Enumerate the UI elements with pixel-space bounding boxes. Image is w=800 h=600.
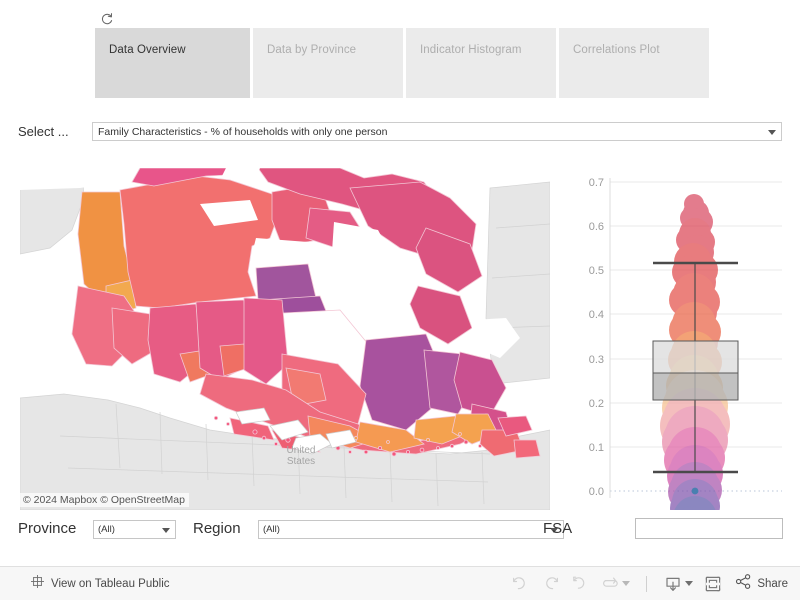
share-icon (735, 573, 752, 595)
province-filter-select[interactable]: (All) (93, 520, 176, 539)
choropleth-map[interactable]: United States © 2024 Mapbox © OpenStreet… (20, 168, 550, 510)
filter-row: Province (All) Region (All) FSA (18, 518, 783, 542)
refresh-icon[interactable] (596, 571, 624, 597)
outlier-point (691, 487, 699, 495)
ytick-label: 0.6 (589, 221, 604, 233)
parameter-label: Select ... (18, 124, 69, 139)
toolbar-divider (646, 575, 648, 592)
fullscreen-icon[interactable] (699, 571, 727, 597)
refresh-reset-icon[interactable] (99, 11, 115, 27)
refresh-dropdown-chevron-down-icon[interactable] (622, 581, 631, 586)
view-on-tableau-public-label: View on Tableau Public (51, 577, 170, 590)
fsa-search-input[interactable] (635, 518, 783, 539)
ytick-label: 0.2 (589, 398, 604, 410)
ytick-label: 0.4 (589, 309, 604, 321)
indicator-box-plot[interactable]: 0.7 0.6 0.5 0.4 0.3 0.2 0.1 0.0 (568, 168, 782, 552)
chevron-down-icon[interactable] (162, 528, 170, 533)
dashboard-tab-strip: Data Overview Data by Province Indicator… (95, 28, 709, 98)
revert-icon[interactable] (566, 571, 594, 597)
indicator-select-value: Family Characteristics - % of households… (98, 126, 388, 138)
map-attribution: © 2024 Mapbox © OpenStreetMap (20, 493, 189, 507)
box-median-q1 (652, 372, 739, 401)
tab-data-overview[interactable]: Data Overview (95, 28, 250, 98)
parameter-row: Select ... Family Characteristics - % of… (18, 122, 782, 142)
tab-correlations-plot[interactable]: Correlations Plot (559, 28, 709, 98)
redo-icon[interactable] (536, 571, 564, 597)
tableau-logo-icon (30, 574, 45, 594)
box-q3-median (652, 340, 739, 374)
ytick-label: 0.5 (589, 265, 604, 277)
tab-label: Data by Province (267, 44, 357, 56)
undo-icon[interactable] (506, 571, 534, 597)
tab-label: Indicator Histogram (420, 44, 522, 56)
tab-label: Data Overview (109, 44, 186, 56)
region-filter-label: Region (193, 520, 241, 537)
map-country-label: United States (286, 445, 316, 467)
share-button[interactable]: Share (735, 573, 788, 595)
region-filter-select[interactable]: (All) (258, 520, 564, 539)
indicator-select[interactable]: Family Characteristics - % of households… (92, 122, 782, 141)
province-filter-label: Province (18, 520, 77, 537)
tab-indicator-histogram[interactable]: Indicator Histogram (406, 28, 556, 98)
fsa-filter-label: FSA (543, 520, 573, 537)
share-label: Share (757, 577, 788, 590)
toolbar-actions: Share (506, 567, 788, 600)
ytick-label: 0.0 (589, 486, 604, 498)
ytick-label: 0.3 (589, 354, 604, 366)
ytick-label: 0.7 (589, 177, 604, 189)
tab-label: Correlations Plot (573, 44, 660, 56)
download-icon[interactable] (659, 571, 687, 597)
download-dropdown-chevron-down-icon[interactable] (685, 581, 694, 586)
chevron-down-icon[interactable] (768, 130, 776, 135)
ytick-label: 0.1 (589, 442, 604, 454)
tableau-dashboard: Data Overview Data by Province Indicator… (0, 0, 800, 600)
tableau-bottom-toolbar: View on Tableau Public Share (0, 566, 800, 600)
view-on-tableau-public-link[interactable]: View on Tableau Public (30, 567, 170, 600)
tab-data-by-province[interactable]: Data by Province (253, 28, 403, 98)
box-plot-canvas: 0.7 0.6 0.5 0.4 0.3 0.2 0.1 0.0 (589, 177, 782, 552)
region-filter-value: (All) (263, 524, 280, 535)
province-filter-value: (All) (98, 524, 115, 535)
